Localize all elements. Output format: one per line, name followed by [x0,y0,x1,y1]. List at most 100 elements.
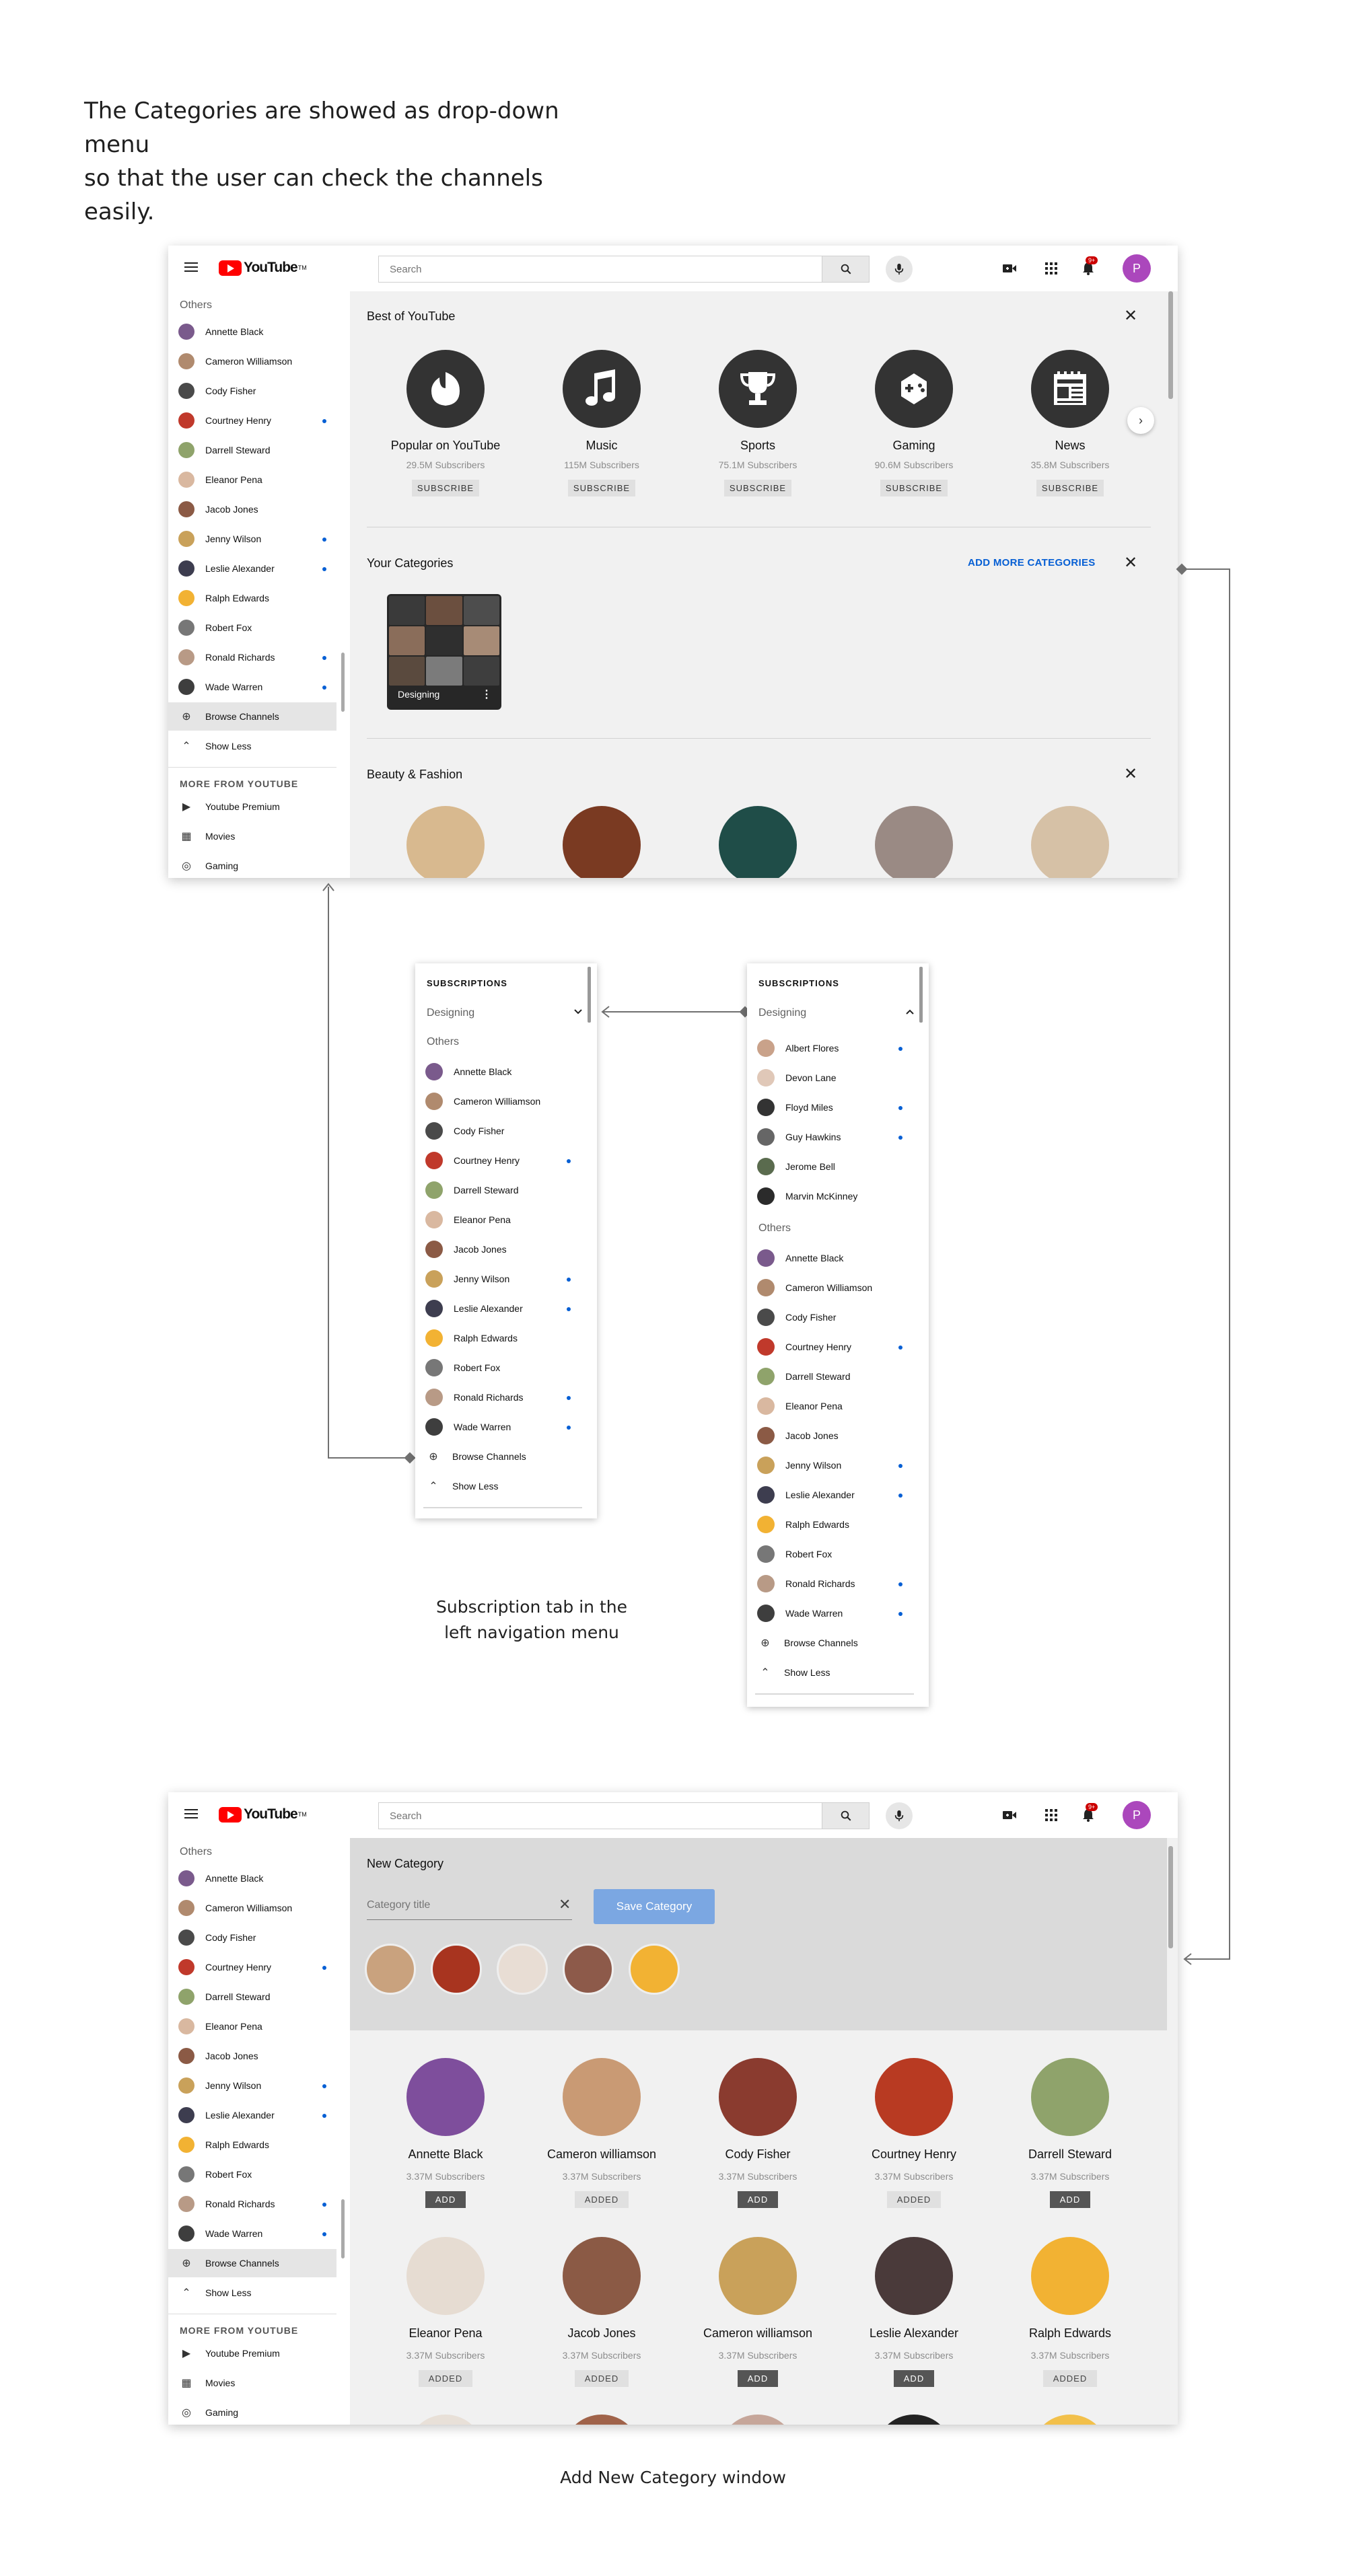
sidebar-channel-item[interactable]: Wade Warren [168,2219,336,2248]
sidebar-channel-item[interactable]: Jacob Jones [168,2042,336,2070]
chevron-down-icon[interactable] [571,1005,585,1019]
channel-card[interactable]: Courtney Henry 3.37M Subscribers ADDED [847,2058,981,2208]
subscription-channel-item[interactable]: Darrell Steward [415,1176,583,1204]
added-button[interactable]: ADDED [418,2370,473,2387]
sidebar-channel-item[interactable]: Jacob Jones [168,495,336,523]
sidebar-channel-item[interactable]: Cody Fisher [168,1923,336,1952]
added-button[interactable]: ADDED [574,2191,629,2208]
sidebar-channel-item[interactable]: Ralph Edwards [168,584,336,612]
subscription-channel-item[interactable]: Courtney Henry [415,1146,583,1175]
subscription-channel-item[interactable]: Annette Black [415,1058,583,1086]
subscription-channel-item[interactable]: Courtney Henry [747,1333,915,1361]
beauty-channel-avatar[interactable] [406,806,485,878]
add-button[interactable]: ADD [1049,2191,1091,2208]
subscription-channel-item[interactable]: Wade Warren [415,1413,583,1441]
save-category-button[interactable]: Save Category [594,1889,715,1924]
apps-grid-icon[interactable] [1043,1807,1059,1823]
next-arrow-button[interactable]: › [1127,407,1154,434]
designing-channel-item[interactable]: Albert Flores [747,1034,915,1062]
subscription-channel-item[interactable]: Leslie Alexander [415,1294,583,1323]
channel-gaming[interactable]: Gaming 90.6M Subscribers SUBSCRIBE [850,350,978,496]
search-button[interactable] [822,1802,870,1829]
subscription-channel-item[interactable]: Jenny Wilson [415,1265,583,1293]
browse-channels-item[interactable]: ⊕ Browse Channels [168,2249,336,2277]
user-avatar[interactable]: P [1123,1801,1151,1829]
show-less-item[interactable]: ⌃ Show Less [168,732,336,760]
more-from-youtube-item[interactable]: ▶ Youtube Premium [168,793,336,821]
added-button[interactable]: ADDED [574,2370,629,2387]
add-more-categories-link[interactable]: ADD MORE CATEGORIES [968,557,1096,568]
show-less-item[interactable]: ⌃ Show Less [747,1658,915,1687]
subscription-channel-item[interactable]: Ronald Richards [747,1570,915,1598]
more-from-youtube-item[interactable]: ▦ Movies [168,2369,336,2397]
subscription-channel-item[interactable]: Wade Warren [747,1599,915,1627]
subscription-channel-item[interactable]: Jacob Jones [415,1235,583,1263]
subscribe-button[interactable]: SUBSCRIBE [880,480,948,496]
sidebar-channel-item[interactable]: Robert Fox [168,2160,336,2188]
channel-card[interactable]: Leslie Alexander 3.37M Subscribers ADD [847,2237,981,2387]
subscription-channel-item[interactable]: Eleanor Pena [415,1206,583,1234]
user-avatar[interactable]: P [1123,254,1151,283]
search-input-box[interactable] [378,256,822,283]
mic-button[interactable] [886,256,913,283]
sidebar-channel-item[interactable]: Eleanor Pena [168,2012,336,2040]
add-button[interactable]: ADD [893,2370,935,2387]
more-vertical-icon[interactable]: ⋮ [481,688,492,701]
sidebar-channel-item[interactable]: Cameron Williamson [168,1894,336,1922]
menu-icon[interactable] [184,260,198,274]
beauty-channel-avatar[interactable] [719,806,797,878]
subscription-channel-item[interactable]: Darrell Steward [747,1362,915,1391]
menu-icon[interactable] [184,1807,198,1820]
sidebar-channel-item[interactable]: Annette Black [168,1864,336,1892]
selected-channel-thumbnail[interactable] [497,1944,548,1995]
subscribe-button[interactable]: SUBSCRIBE [411,480,480,496]
subscription-channel-item[interactable]: Cody Fisher [415,1117,583,1145]
channel-sports[interactable]: Sports 75.1M Subscribers SUBSCRIBE [694,350,822,496]
subscription-channel-item[interactable]: Cameron Williamson [747,1274,915,1302]
channel-music[interactable]: Music 115M Subscribers SUBSCRIBE [538,350,666,496]
search-input-box[interactable] [378,1802,822,1829]
category-title-field[interactable]: ✕ [367,1892,572,1920]
sidebar-channel-item[interactable]: Courtney Henry [168,406,336,435]
subscribe-button[interactable]: SUBSCRIBE [723,480,792,496]
added-button[interactable]: ADDED [886,2191,942,2208]
sidebar-channel-item[interactable]: Ralph Edwards [168,2131,336,2159]
close-beauty-fashion-icon[interactable]: ✕ [1124,766,1137,782]
youtube-logo[interactable]: YouTube TM [219,260,307,276]
subscription-channel-item[interactable]: Eleanor Pena [747,1392,915,1420]
channel-popular-on-youtube[interactable]: Popular on YouTube 29.5M Subscribers SUB… [382,350,509,496]
more-from-youtube-item[interactable]: ◎ Gaming [168,2398,336,2425]
sidebar-channel-item[interactable]: Cody Fisher [168,377,336,405]
beauty-channel-avatar[interactable] [563,806,641,878]
add-button[interactable]: ADD [737,2191,779,2208]
more-from-youtube-item[interactable]: ▶ Youtube Premium [168,2339,336,2367]
selected-channel-thumbnail[interactable] [563,1944,614,1995]
beauty-channel-avatar[interactable] [1031,806,1109,878]
subscription-channel-item[interactable]: Jacob Jones [747,1422,915,1450]
category-card-designing[interactable]: Designing ⋮ [387,594,501,710]
browse-channels-item[interactable]: ⊕ Browse Channels [415,1442,583,1471]
search-input[interactable] [379,1803,822,1829]
category-dropdown-label[interactable]: Designing [427,1007,474,1019]
subscription-channel-item[interactable]: Cody Fisher [747,1303,915,1331]
sidebar-channel-item[interactable]: Robert Fox [168,614,336,642]
panel-scrollbar[interactable] [919,967,923,1023]
main-scrollbar[interactable] [1168,291,1173,399]
sidebar-channel-item[interactable]: Wade Warren [168,673,336,701]
sidebar-channel-item[interactable]: Darrell Steward [168,1983,336,2011]
channel-card[interactable]: Cameron williamson 3.37M Subscribers ADD [690,2237,825,2387]
subscription-channel-item[interactable]: Robert Fox [747,1540,915,1568]
sidebar-channel-item[interactable]: Courtney Henry [168,1953,336,1981]
sidebar-channel-item[interactable]: Cameron Williamson [168,347,336,375]
show-less-item[interactable]: ⌃ Show Less [415,1472,583,1500]
clear-input-icon[interactable]: ✕ [559,1897,571,1912]
more-from-youtube-item[interactable]: ◎ Gaming [168,852,336,878]
sidebar-channel-item[interactable]: Annette Black [168,318,336,346]
search-button[interactable] [822,256,870,283]
beauty-channel-avatar[interactable] [875,806,953,878]
subscription-channel-item[interactable]: Annette Black [747,1244,915,1272]
channel-card[interactable]: Darrell Steward 3.37M Subscribers ADD [1003,2058,1137,2208]
designing-channel-item[interactable]: Jerome Bell [747,1152,915,1181]
channel-news[interactable]: News 35.8M Subscribers SUBSCRIBE [1006,350,1134,496]
sidebar-scrollbar[interactable] [341,653,345,712]
